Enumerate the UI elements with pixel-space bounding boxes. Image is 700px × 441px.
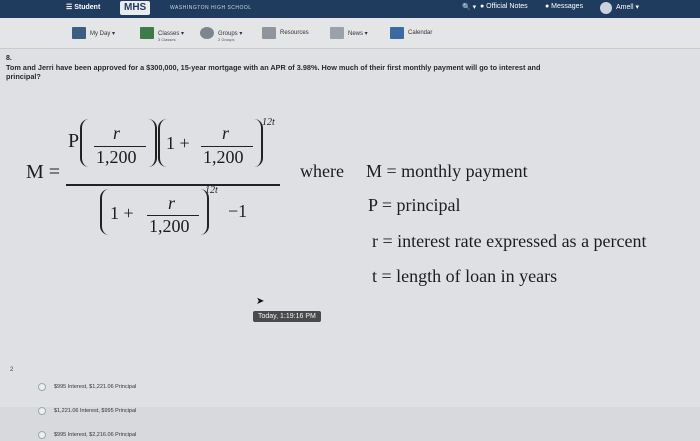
main-nav: My Day ▾ Classes ▾ 3 Classes Groups ▾ 2 … bbox=[0, 18, 700, 49]
mortgage-formula: M = P r 1,200 1 + r 1,200 12t 1 + r 1,20… bbox=[0, 109, 700, 309]
formula-r-2: r bbox=[222, 123, 230, 143]
timestamp-tooltip: Today, 1:19:16 PM bbox=[253, 311, 321, 322]
calendar-icon bbox=[390, 27, 404, 39]
nav-groups-label: Groups ▾ bbox=[218, 30, 243, 37]
nav-news-label: News ▾ bbox=[348, 30, 368, 37]
radio-button[interactable] bbox=[38, 383, 46, 391]
nav-calendar-label: Calendar bbox=[408, 30, 433, 36]
student-menu-button[interactable]: ☰ Student bbox=[66, 3, 100, 11]
avatar[interactable] bbox=[600, 2, 612, 14]
nav-my-day[interactable]: My Day ▾ bbox=[72, 27, 115, 39]
radio-button[interactable] bbox=[38, 431, 46, 439]
formula-r-3: r bbox=[168, 193, 176, 213]
resources-icon bbox=[262, 27, 276, 39]
groups-count: 2 Groups bbox=[218, 37, 235, 42]
formula-denom-3: 1,200 bbox=[149, 216, 190, 236]
official-notes-link[interactable]: ● Official Notes bbox=[480, 3, 528, 10]
classes-icon bbox=[140, 27, 154, 39]
school-logo[interactable]: MHS bbox=[120, 1, 151, 15]
nav-resources-label: Resources bbox=[280, 30, 309, 36]
nav-my-day-label: My Day ▾ bbox=[90, 30, 116, 37]
definition-r: r = interest rate expressed as a percent bbox=[372, 231, 647, 251]
formula-where: where bbox=[300, 161, 344, 181]
answer-choice[interactable]: $995 Interest, $2,216.06 Principal bbox=[38, 429, 238, 441]
classes-count: 3 Classes bbox=[158, 37, 176, 42]
news-icon bbox=[330, 27, 344, 39]
formula-minus-one: −1 bbox=[228, 201, 248, 221]
formula-one-plus-2: 1 + bbox=[110, 203, 134, 223]
top-header: ☰ Student MHS WASHINGTON HIGH SCHOOL 🔍 ▾… bbox=[0, 0, 700, 18]
formula-exp-2: 12t bbox=[205, 185, 218, 196]
item-number: 2 bbox=[10, 367, 14, 373]
user-menu[interactable]: Amell ▾ bbox=[616, 3, 639, 11]
right-paren-1 bbox=[148, 119, 157, 167]
radio-button[interactable] bbox=[38, 407, 46, 415]
search-icon[interactable]: 🔍 ▾ bbox=[462, 3, 476, 11]
question-text: Tom and Jerri have been approved for a $… bbox=[6, 63, 541, 81]
answer-choice-label: $995 Interest, $1,221.06 Principal bbox=[54, 384, 137, 390]
mouse-pointer-icon: ➤ bbox=[256, 296, 265, 307]
formula-p: P bbox=[68, 130, 80, 152]
nav-news[interactable]: News ▾ bbox=[330, 27, 368, 39]
left-paren-3 bbox=[100, 189, 109, 235]
answer-choice-label: $1,221.06 Interest, $995 Principal bbox=[54, 408, 137, 414]
messages-link[interactable]: ● Messages bbox=[545, 3, 583, 10]
formula-denom-1: 1,200 bbox=[96, 147, 137, 167]
nav-classes-label: Classes ▾ bbox=[158, 30, 185, 37]
left-paren-1 bbox=[80, 119, 89, 167]
nav-calendar[interactable]: Calendar bbox=[390, 27, 432, 39]
definition-m: M = monthly payment bbox=[366, 161, 528, 181]
school-name: WASHINGTON HIGH SCHOOL bbox=[170, 5, 252, 11]
formula-denom-2: 1,200 bbox=[203, 147, 244, 167]
formula-one-plus-1: 1 + bbox=[166, 133, 190, 153]
answer-choice-label: $995 Interest, $2,216.06 Principal bbox=[54, 432, 137, 438]
nav-resources[interactable]: Resources bbox=[262, 27, 309, 39]
formula-m-label: M = bbox=[26, 161, 61, 183]
definition-p: P = principal bbox=[368, 195, 461, 215]
formula-exp-1: 12t bbox=[262, 117, 275, 128]
definition-t: t = length of loan in years bbox=[372, 266, 558, 286]
assessment-content: 8. Tom and Jerri have been approved for … bbox=[0, 49, 700, 439]
groups-icon bbox=[200, 27, 214, 39]
question-number: 8. bbox=[6, 55, 12, 62]
answer-choice[interactable]: $995 Interest, $1,221.06 Principal bbox=[38, 381, 238, 393]
formula-r-1: r bbox=[113, 123, 121, 143]
main-fraction-bar bbox=[66, 184, 280, 186]
calendar-day-icon bbox=[72, 27, 86, 39]
